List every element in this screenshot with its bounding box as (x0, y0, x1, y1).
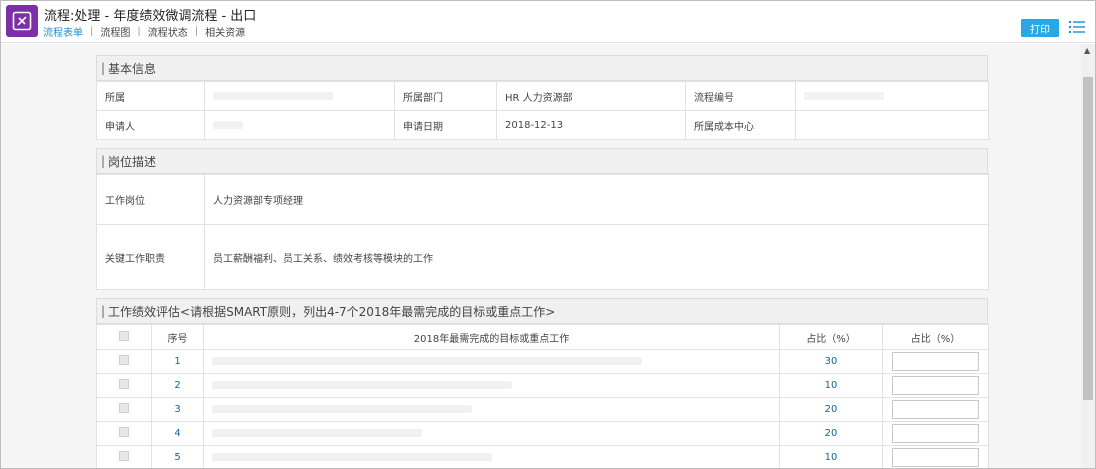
ratio-input-cell (882, 421, 989, 446)
table-row: 关键工作职责 员工薪酬福利、员工关系、绩效考核等模块的工作 (96, 224, 989, 290)
header-bar: 流程:处理 - 年度绩效微调流程 - 出口 流程表单 | 流程图 | 流程状态 … (1, 1, 1095, 43)
ratio-value: 10 (779, 445, 883, 468)
tab-divider: | (137, 26, 141, 37)
ratio-input[interactable] (892, 376, 979, 395)
row-checkbox[interactable] (119, 427, 129, 437)
ratio-input[interactable] (892, 448, 979, 467)
section-title: 岗位描述 (108, 154, 157, 169)
print-button[interactable]: 打印 (1021, 19, 1059, 37)
ratio-input-cell (882, 445, 989, 468)
performance-table: 序号 2018年最需完成的目标或重点工作 占比（%） 占比（%） 1 30 2 … (96, 324, 989, 468)
section-gap (96, 290, 988, 298)
row-select-cell (96, 349, 152, 374)
table-header-row: 序号 2018年最需完成的目标或重点工作 占比（%） 占比（%） (96, 324, 989, 350)
row-checkbox[interactable] (119, 379, 129, 389)
column-header: 占比（%） (779, 324, 883, 350)
ratio-value: 20 (779, 421, 883, 446)
field-value-redacted (795, 81, 989, 111)
ratio-value: 30 (779, 349, 883, 374)
select-all-cell (96, 324, 152, 350)
row-select-cell (96, 421, 152, 446)
row-select-cell (96, 373, 152, 398)
field-value: 人力资源部专项经理 (204, 174, 989, 225)
section-gap (96, 140, 988, 148)
table-row: 所属 所属部门 HR 人力资源部 流程编号 (96, 81, 989, 111)
ratio-input[interactable] (892, 424, 979, 443)
field-label: 所属部门 (394, 81, 497, 111)
select-all-checkbox[interactable] (119, 330, 129, 341)
field-value-redacted (204, 110, 395, 140)
position-table: 工作岗位 人力资源部专项经理 关键工作职责 员工薪酬福利、员工关系、绩效考核等模… (96, 174, 989, 290)
ratio-input[interactable] (892, 400, 979, 419)
tab-divider: | (90, 26, 94, 37)
row-index: 5 (151, 445, 204, 468)
ratio-input-cell (882, 397, 989, 422)
field-value: 2018-12-13 (496, 110, 686, 140)
section-performance-header: | 工作绩效评估<请根据SMART原则，列出4-7个2018年最需完成的目标或重… (96, 298, 988, 324)
tab-flowchart[interactable]: 流程图 (100, 24, 130, 39)
table-row: 工作岗位 人力资源部专项经理 (96, 174, 989, 225)
vertical-scrollbar[interactable]: ▲ (1081, 44, 1095, 468)
workflow-app-icon (6, 5, 38, 37)
goal-redacted (203, 397, 780, 422)
ratio-input[interactable] (892, 352, 979, 371)
ratio-input-cell (882, 349, 989, 374)
field-value (795, 110, 989, 140)
field-label: 所属成本中心 (685, 110, 796, 140)
page-title: 流程:处理 - 年度绩效微调流程 - 出口 (44, 9, 257, 24)
goal-redacted (203, 373, 780, 398)
ratio-value: 20 (779, 397, 883, 422)
section-position-header: | 岗位描述 (96, 148, 988, 174)
column-header: 序号 (151, 324, 204, 350)
row-checkbox[interactable] (119, 355, 129, 365)
field-label: 申请日期 (394, 110, 497, 140)
tab-bar: 流程表单 | 流程图 | 流程状态 | 相关资源 (43, 24, 245, 39)
row-checkbox[interactable] (119, 403, 129, 413)
scroll-up-arrow-icon[interactable]: ▲ (1084, 46, 1090, 55)
section-title: 基本信息 (108, 61, 157, 76)
list-menu-icon[interactable] (1069, 20, 1085, 34)
tab-resources[interactable]: 相关资源 (205, 24, 245, 39)
field-label: 流程编号 (685, 81, 796, 111)
table-row: 3 20 (96, 397, 989, 422)
row-select-cell (96, 397, 152, 422)
row-index: 1 (151, 349, 204, 374)
goal-redacted (203, 421, 780, 446)
field-label: 所属 (96, 81, 205, 111)
ratio-input-cell (882, 373, 989, 398)
ratio-value: 10 (779, 373, 883, 398)
basic-info-table: 所属 所属部门 HR 人力资源部 流程编号 申请人 申请日期 2018-12-1… (96, 81, 989, 140)
table-row: 2 10 (96, 373, 989, 398)
tab-divider: | (194, 26, 199, 37)
field-label: 关键工作职责 (96, 224, 205, 290)
field-label: 申请人 (96, 110, 205, 140)
row-select-cell (96, 445, 152, 468)
goal-redacted (203, 445, 780, 468)
table-row: 1 30 (96, 349, 989, 374)
column-header: 2018年最需完成的目标或重点工作 (203, 324, 780, 350)
column-header: 占比（%） (882, 324, 989, 350)
section-title: 工作绩效评估<请根据SMART原则，列出4-7个2018年最需完成的目标或重点工… (108, 304, 556, 319)
row-index: 2 (151, 373, 204, 398)
tab-form[interactable]: 流程表单 (43, 24, 83, 39)
section-marker: | (101, 304, 106, 318)
scroll-thumb[interactable] (1083, 77, 1093, 400)
table-row: 5 10 (96, 445, 989, 468)
row-index: 3 (151, 397, 204, 422)
section-marker: | (101, 154, 106, 168)
row-index: 4 (151, 421, 204, 446)
table-row: 4 20 (96, 421, 989, 446)
section-marker: | (101, 61, 106, 75)
table-row: 申请人 申请日期 2018-12-13 所属成本中心 (96, 110, 989, 140)
form-scroll-area: | 基本信息 所属 所属部门 HR 人力资源部 流程编号 申请人 申请日期 20… (1, 44, 1081, 468)
field-value: 员工薪酬福利、员工关系、绩效考核等模块的工作 (204, 224, 989, 290)
row-checkbox[interactable] (119, 451, 129, 461)
field-value: HR 人力资源部 (496, 81, 686, 111)
section-basic-info-header: | 基本信息 (96, 55, 988, 81)
workflow-form: | 基本信息 所属 所属部门 HR 人力资源部 流程编号 申请人 申请日期 20… (96, 55, 989, 468)
field-label: 工作岗位 (96, 174, 205, 225)
field-value-redacted (204, 81, 395, 111)
tab-status[interactable]: 流程状态 (148, 24, 188, 39)
goal-redacted (203, 349, 780, 374)
